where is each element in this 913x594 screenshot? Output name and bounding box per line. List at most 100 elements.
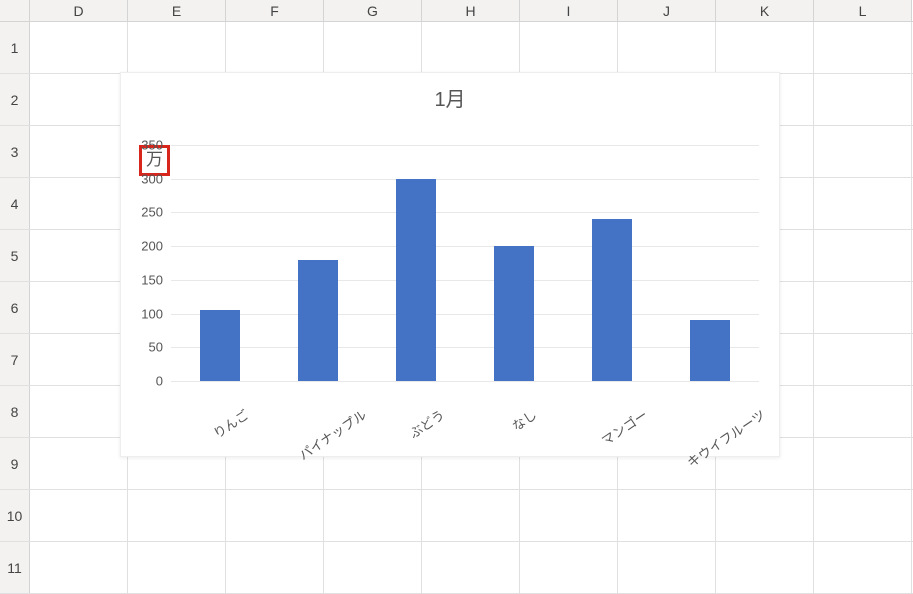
row-header[interactable]: 9	[0, 438, 30, 489]
column-header[interactable]: I	[520, 0, 618, 21]
bars-group	[171, 145, 759, 381]
x-tick-label: マンゴー	[563, 386, 661, 456]
cell[interactable]	[422, 542, 520, 593]
x-tick-label: パイナップル	[269, 386, 367, 456]
cell[interactable]	[716, 542, 814, 593]
cell[interactable]	[520, 22, 618, 73]
cell[interactable]	[226, 22, 324, 73]
row-header[interactable]: 8	[0, 386, 30, 437]
cell[interactable]	[30, 230, 128, 281]
spreadsheet-row: 1	[0, 22, 913, 74]
cell[interactable]	[814, 386, 912, 437]
row-header[interactable]: 10	[0, 490, 30, 541]
column-header[interactable]: E	[128, 0, 226, 21]
y-tick-label: 200	[141, 239, 163, 254]
column-header[interactable]: F	[226, 0, 324, 21]
gridline	[171, 381, 759, 382]
cell[interactable]	[30, 490, 128, 541]
cell[interactable]	[814, 334, 912, 385]
cell[interactable]	[30, 438, 128, 489]
row-header[interactable]: 11	[0, 542, 30, 593]
row-header[interactable]: 7	[0, 334, 30, 385]
bar-slot	[367, 145, 465, 381]
column-header[interactable]: H	[422, 0, 520, 21]
cell[interactable]	[324, 490, 422, 541]
cell[interactable]	[324, 542, 422, 593]
cell[interactable]	[716, 22, 814, 73]
bar[interactable]	[592, 219, 632, 381]
cell[interactable]	[814, 490, 912, 541]
select-all-corner[interactable]	[0, 0, 30, 21]
y-tick-label: 50	[149, 340, 163, 355]
cell[interactable]	[30, 74, 128, 125]
cell[interactable]	[128, 542, 226, 593]
cell[interactable]	[814, 230, 912, 281]
column-header[interactable]: D	[30, 0, 128, 21]
column-headers-row: DEFGHIJKL	[0, 0, 913, 22]
cell[interactable]	[30, 126, 128, 177]
cell[interactable]	[324, 22, 422, 73]
row-header[interactable]: 4	[0, 178, 30, 229]
x-tick-label: なし	[465, 386, 563, 456]
x-tick-label: キウイフルーツ	[661, 386, 759, 456]
cell[interactable]	[30, 22, 128, 73]
y-tick-label: 150	[141, 272, 163, 287]
bar-slot	[563, 145, 661, 381]
cell[interactable]	[30, 386, 128, 437]
cell[interactable]	[814, 178, 912, 229]
bar-slot	[269, 145, 367, 381]
row-header[interactable]: 2	[0, 74, 30, 125]
cell[interactable]	[520, 542, 618, 593]
cell[interactable]	[618, 490, 716, 541]
column-header[interactable]: G	[324, 0, 422, 21]
cell[interactable]	[520, 490, 618, 541]
bar[interactable]	[200, 310, 240, 381]
cell[interactable]	[128, 22, 226, 73]
y-tick-label: 350	[141, 138, 163, 153]
cell[interactable]	[30, 178, 128, 229]
x-axis-labels: りんごパイナップルぶどうなしマンゴーキウイフルーツ	[171, 386, 759, 456]
cell[interactable]	[814, 438, 912, 489]
cell[interactable]	[30, 334, 128, 385]
x-tick-label: ぶどう	[367, 386, 465, 456]
cell[interactable]	[618, 22, 716, 73]
plot-area[interactable]: 050100150200250300350	[171, 145, 759, 381]
chart-object[interactable]: 1月 万 050100150200250300350 りんごパイナップルぶどうな…	[120, 72, 780, 457]
row-header[interactable]: 5	[0, 230, 30, 281]
column-header[interactable]: K	[716, 0, 814, 21]
cell[interactable]	[814, 22, 912, 73]
cell[interactable]	[814, 126, 912, 177]
row-header[interactable]: 6	[0, 282, 30, 333]
bar[interactable]	[494, 246, 534, 381]
row-header[interactable]: 1	[0, 22, 30, 73]
column-header[interactable]: J	[618, 0, 716, 21]
cell[interactable]	[814, 282, 912, 333]
cell[interactable]	[30, 542, 128, 593]
spreadsheet-row: 11	[0, 542, 913, 594]
bar-slot	[661, 145, 759, 381]
column-header[interactable]: L	[814, 0, 912, 21]
spreadsheet-row: 10	[0, 490, 913, 542]
cell[interactable]	[30, 282, 128, 333]
cell[interactable]	[814, 74, 912, 125]
y-tick-label: 0	[156, 374, 163, 389]
cell[interactable]	[226, 490, 324, 541]
chart-title[interactable]: 1月	[121, 73, 779, 117]
bar-slot	[465, 145, 563, 381]
cell[interactable]	[814, 542, 912, 593]
y-tick-label: 100	[141, 306, 163, 321]
x-tick-label: りんご	[171, 386, 269, 456]
bar[interactable]	[396, 179, 436, 381]
cell[interactable]	[128, 490, 226, 541]
bar[interactable]	[690, 320, 730, 381]
cell[interactable]	[422, 22, 520, 73]
y-tick-label: 250	[141, 205, 163, 220]
bar[interactable]	[298, 260, 338, 381]
y-tick-label: 300	[141, 171, 163, 186]
cell[interactable]	[618, 542, 716, 593]
row-header[interactable]: 3	[0, 126, 30, 177]
cell[interactable]	[422, 490, 520, 541]
cell[interactable]	[716, 490, 814, 541]
bar-slot	[171, 145, 269, 381]
cell[interactable]	[226, 542, 324, 593]
